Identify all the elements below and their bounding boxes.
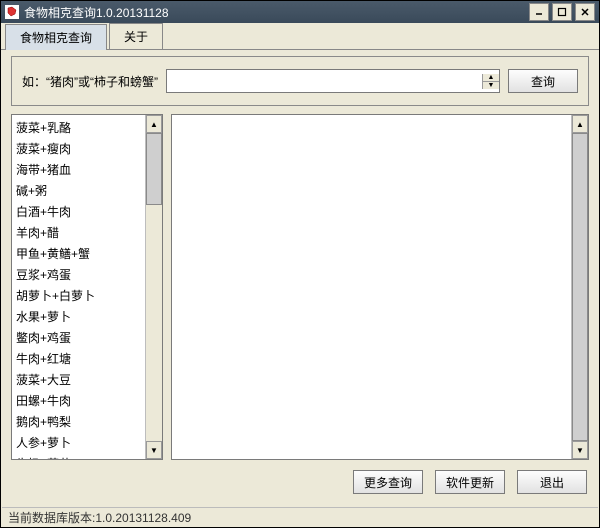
app-icon bbox=[5, 5, 19, 19]
search-button[interactable]: 查询 bbox=[508, 69, 578, 93]
list-item[interactable]: 水果+萝卜 bbox=[14, 306, 143, 327]
list-item[interactable]: 白酒+牛肉 bbox=[14, 201, 143, 222]
list-item[interactable]: 田螺+牛肉 bbox=[14, 390, 143, 411]
scroll-thumb[interactable] bbox=[146, 133, 162, 205]
title-bar: 食物相克查询1.0.20131128 bbox=[1, 1, 599, 23]
tab-strip: 食物相克查询 关于 bbox=[1, 23, 599, 50]
scroll-down-icon[interactable]: ▼ bbox=[146, 441, 162, 459]
list-item[interactable]: 胡萝卜+白萝卜 bbox=[14, 285, 143, 306]
client-area: 如：“猪肉”或“柿子和螃蟹” ▲ ▼ 查询 菠菜+乳酪菠菜+瘦肉海带+猪血碱+粥… bbox=[1, 50, 599, 498]
list-item[interactable]: 碱+粥 bbox=[14, 180, 143, 201]
minimize-button[interactable] bbox=[529, 3, 549, 21]
list-item[interactable]: 牛奶+菜花 bbox=[14, 453, 143, 459]
list-item[interactable]: 菠菜+乳酪 bbox=[14, 117, 143, 138]
search-input[interactable] bbox=[167, 70, 482, 92]
scroll-track[interactable] bbox=[146, 133, 162, 441]
list-item[interactable]: 鹅肉+鸭梨 bbox=[14, 411, 143, 432]
close-button[interactable] bbox=[575, 3, 595, 21]
list-item[interactable]: 海带+猪血 bbox=[14, 159, 143, 180]
combo-spinner[interactable]: ▲ ▼ bbox=[482, 74, 499, 89]
search-hint: 如：“猪肉”或“柿子和螃蟹” bbox=[22, 73, 158, 90]
list-item[interactable]: 菠菜+瘦肉 bbox=[14, 138, 143, 159]
software-update-button[interactable]: 软件更新 bbox=[435, 470, 505, 494]
list-item[interactable]: 豆浆+鸡蛋 bbox=[14, 264, 143, 285]
detail-scrollbar[interactable]: ▲ ▼ bbox=[571, 115, 588, 459]
search-combobox[interactable]: ▲ ▼ bbox=[166, 69, 500, 93]
window-controls bbox=[529, 3, 595, 21]
detail-panel: ▲ ▼ bbox=[171, 114, 589, 460]
app-window: 食物相克查询1.0.20131128 食物相克查询 关于 如：“猪肉”或“柿子和… bbox=[0, 0, 600, 528]
bottom-button-row: 更多查询 软件更新 退出 bbox=[11, 470, 589, 494]
result-list-panel: 菠菜+乳酪菠菜+瘦肉海带+猪血碱+粥白酒+牛肉羊肉+醋甲鱼+黄鳝+蟹豆浆+鸡蛋胡… bbox=[11, 114, 163, 460]
search-panel: 如：“猪肉”或“柿子和螃蟹” ▲ ▼ 查询 bbox=[11, 56, 589, 106]
list-item[interactable]: 人参+萝卜 bbox=[14, 432, 143, 453]
status-bar: 当前数据库版本:1.0.20131128.409 bbox=[2, 507, 598, 526]
list-item[interactable]: 甲鱼+黄鳝+蟹 bbox=[14, 243, 143, 264]
window-title: 食物相克查询1.0.20131128 bbox=[24, 4, 529, 21]
scroll-thumb[interactable] bbox=[572, 133, 588, 441]
list-item[interactable]: 菠菜+大豆 bbox=[14, 369, 143, 390]
scroll-up-icon[interactable]: ▲ bbox=[146, 115, 162, 133]
tab-food-conflict[interactable]: 食物相克查询 bbox=[5, 24, 107, 50]
list-item[interactable]: 鳖肉+鸡蛋 bbox=[14, 327, 143, 348]
more-query-button[interactable]: 更多查询 bbox=[353, 470, 423, 494]
scroll-track[interactable] bbox=[572, 133, 588, 441]
list-scrollbar[interactable]: ▲ ▼ bbox=[145, 115, 162, 459]
tab-about[interactable]: 关于 bbox=[109, 23, 163, 49]
list-item[interactable]: 牛肉+红塘 bbox=[14, 348, 143, 369]
content-panes: 菠菜+乳酪菠菜+瘦肉海带+猪血碱+粥白酒+牛肉羊肉+醋甲鱼+黄鳝+蟹豆浆+鸡蛋胡… bbox=[11, 114, 589, 460]
exit-button[interactable]: 退出 bbox=[517, 470, 587, 494]
result-list[interactable]: 菠菜+乳酪菠菜+瘦肉海带+猪血碱+粥白酒+牛肉羊肉+醋甲鱼+黄鳝+蟹豆浆+鸡蛋胡… bbox=[12, 115, 145, 459]
spinner-up-icon[interactable]: ▲ bbox=[483, 74, 499, 82]
scroll-up-icon[interactable]: ▲ bbox=[572, 115, 588, 133]
scroll-down-icon[interactable]: ▼ bbox=[572, 441, 588, 459]
list-item[interactable]: 羊肉+醋 bbox=[14, 222, 143, 243]
detail-content bbox=[172, 115, 571, 459]
status-text: 当前数据库版本:1.0.20131128.409 bbox=[8, 509, 191, 526]
maximize-button[interactable] bbox=[552, 3, 572, 21]
spinner-down-icon[interactable]: ▼ bbox=[483, 82, 499, 89]
